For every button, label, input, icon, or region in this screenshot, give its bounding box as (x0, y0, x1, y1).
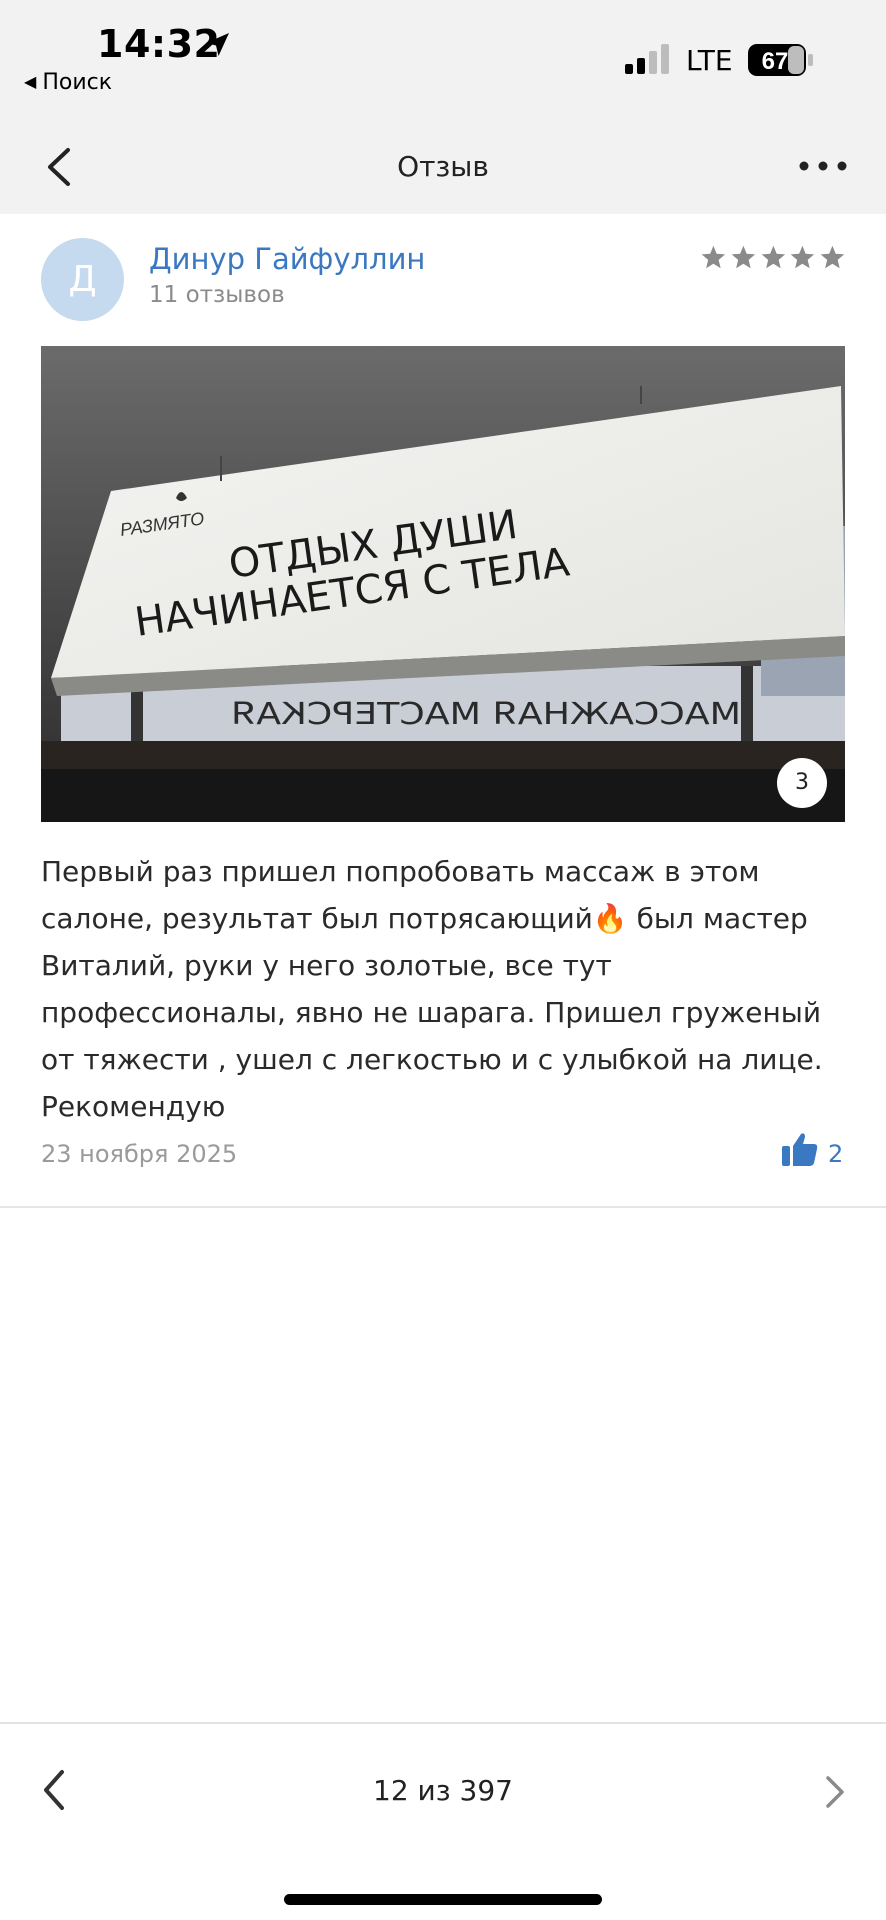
network-type: LTE (686, 44, 733, 77)
star-icon (701, 245, 726, 269)
author-name[interactable]: Динур Гайфуллин (149, 242, 425, 276)
rating-stars (700, 244, 846, 274)
battery-icon: 67 (748, 44, 813, 76)
next-chevron-icon[interactable] (820, 1772, 850, 1812)
window-lettering: МАССАЖНАЯ МАСТЕРСКАЯ (231, 697, 741, 732)
like-count[interactable]: 2 (828, 1140, 843, 1168)
sign-photo-illustration: РАЗМЯТО ОТДЫХ ДУШИ НАЧИНАЕТСЯ С ТЕЛА МАС… (41, 346, 845, 822)
location-arrow-icon (206, 33, 229, 56)
review-date: 23 ноября 2025 (41, 1140, 238, 1168)
back-triangle-icon: ◀ (24, 72, 37, 91)
battery-level: 67 (762, 48, 789, 75)
home-indicator (284, 1894, 602, 1905)
review-text: Первый раз пришел попробовать массаж в э… (41, 855, 823, 1123)
nav-bar: Отзыв (0, 120, 886, 214)
bottom-pager-bar: 12 из 397 (0, 1722, 886, 1920)
divider (0, 1206, 886, 1208)
author-reviews-count: 11 отзывов (149, 282, 285, 308)
status-bar: 14:32 ◀ Поиск LTE 67 (0, 0, 886, 120)
thumbs-up-icon[interactable] (780, 1130, 820, 1170)
back-app-label: Поиск (42, 70, 112, 95)
photo-count-badge[interactable]: 3 (777, 758, 827, 808)
pager-label: 12 из 397 (373, 1774, 513, 1807)
page-title: Отзыв (397, 150, 489, 183)
signal-icon (625, 44, 669, 74)
star-icon (731, 245, 755, 269)
more-icon[interactable] (798, 156, 848, 176)
star-icon (761, 245, 785, 269)
review-photo[interactable]: РАЗМЯТО ОТДЫХ ДУШИ НАЧИНАЕТСЯ С ТЕЛА МАС… (41, 346, 845, 822)
back-to-app-link[interactable]: ◀ Поиск (24, 70, 112, 95)
avatar[interactable]: Д (41, 238, 124, 321)
star-icon (791, 245, 815, 269)
star-icon (820, 245, 845, 269)
